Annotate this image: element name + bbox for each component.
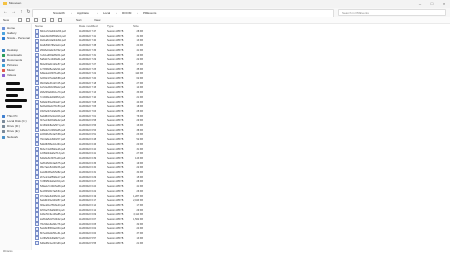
breadcrumb[interactable]: AppData xyxy=(77,11,89,15)
cloud-icon xyxy=(2,36,5,40)
refresh-button[interactable]: ↻ xyxy=(25,9,32,16)
sidebar-item-music[interactable]: Music xyxy=(2,68,30,72)
chevron-right-icon: › xyxy=(71,11,72,15)
sidebar-item-documents[interactable]: Documents xyxy=(2,58,30,62)
sidebar-item-onedrive[interactable]: Nicole - Personal xyxy=(2,36,30,40)
sidebar-item-this-pc[interactable]: This PC xyxy=(2,114,30,118)
column-header-date[interactable]: Date modified xyxy=(79,24,98,28)
cut-icon[interactable] xyxy=(18,18,22,22)
maximize-button[interactable]: □ xyxy=(426,0,438,8)
share-icon[interactable] xyxy=(50,18,54,22)
file-date: 11/28/2022 5:55 xyxy=(79,241,97,245)
network-icon xyxy=(2,135,5,139)
window-title: Mooveen xyxy=(9,1,22,5)
video-icon xyxy=(2,73,5,77)
file-name: 6d6a3f9c1e2b7a93.pe8 xyxy=(35,241,65,246)
redacted-item xyxy=(5,99,27,102)
column-header-name[interactable]: Name xyxy=(35,24,43,28)
up-button[interactable]: ↑ xyxy=(18,9,25,16)
download-icon xyxy=(2,53,5,57)
chevron-right-icon: › xyxy=(137,11,138,15)
new-button[interactable]: New xyxy=(3,18,9,22)
sidebar-item-downloads[interactable]: Downloads xyxy=(2,53,30,57)
breadcrumb[interactable]: ROOM xyxy=(122,11,131,15)
redacted-item xyxy=(6,88,24,91)
view-button[interactable]: View xyxy=(94,18,100,22)
music-icon xyxy=(2,68,5,72)
redacted-item xyxy=(6,105,22,108)
file-type: Session WRYB xyxy=(107,241,124,245)
sidebar-item-home[interactable]: Home xyxy=(2,26,30,30)
breadcrumb[interactable]: Nicole06 xyxy=(53,11,65,15)
navigation-pane: Home Gallery Nicole - Personal Desktop D… xyxy=(0,24,32,250)
computer-icon xyxy=(2,114,5,118)
rename-icon[interactable] xyxy=(42,18,46,22)
back-button[interactable]: ← xyxy=(2,9,9,16)
delete-icon[interactable] xyxy=(58,18,62,22)
breadcrumb[interactable]: PREvents xyxy=(143,11,156,15)
picture-icon xyxy=(2,63,5,67)
drive-icon xyxy=(2,119,5,123)
sidebar-item-gallery[interactable]: Gallery xyxy=(2,31,30,35)
document-icon xyxy=(2,58,5,62)
command-bar: New Sort View xyxy=(0,17,450,24)
file-size: 21 KB xyxy=(136,241,143,245)
sort-button[interactable]: Sort xyxy=(76,18,82,22)
close-button[interactable]: × xyxy=(438,0,450,8)
folder-icon xyxy=(3,2,7,5)
column-header-type[interactable]: Type xyxy=(107,24,114,28)
sidebar-item-drive-c[interactable]: Local Disk (C:) xyxy=(2,119,30,123)
chevron-right-icon: › xyxy=(97,11,98,15)
column-header-size[interactable]: Size xyxy=(133,24,139,28)
file-list: Name Date modified Type Size 6bb1a7c3ab4… xyxy=(33,24,450,250)
forward-button[interactable]: → xyxy=(10,9,17,16)
sidebar-item-drive-e[interactable]: Drive (E:) xyxy=(2,129,30,133)
sidebar-item-desktop[interactable]: Desktop xyxy=(2,48,30,52)
sidebar-item-pictures[interactable]: Pictures xyxy=(2,63,30,67)
redacted-item xyxy=(6,82,20,85)
sidebar-item-drive-d[interactable]: Drive (D:) xyxy=(2,124,30,128)
sidebar-item-network[interactable]: Network xyxy=(2,135,30,139)
paste-icon[interactable] xyxy=(34,18,38,22)
copy-icon[interactable] xyxy=(26,18,30,22)
breadcrumb[interactable]: Local xyxy=(103,11,110,15)
gallery-icon xyxy=(2,31,5,35)
title-bar: Mooveen – □ × xyxy=(0,0,450,8)
search-input[interactable]: Search in PREvents xyxy=(338,9,446,16)
chevron-right-icon: › xyxy=(116,11,117,15)
sidebar-item-videos[interactable]: Videos xyxy=(2,73,30,77)
desktop-icon xyxy=(2,48,5,52)
redacted-item xyxy=(6,94,18,97)
drive-icon xyxy=(2,124,5,128)
minimize-button[interactable]: – xyxy=(414,0,426,8)
table-row[interactable]: 6d6a3f9c1e2b7a93.pe8 11/28/2022 5:55 Sessi… xyxy=(33,241,203,246)
home-icon xyxy=(2,26,5,30)
drive-icon xyxy=(2,129,5,133)
